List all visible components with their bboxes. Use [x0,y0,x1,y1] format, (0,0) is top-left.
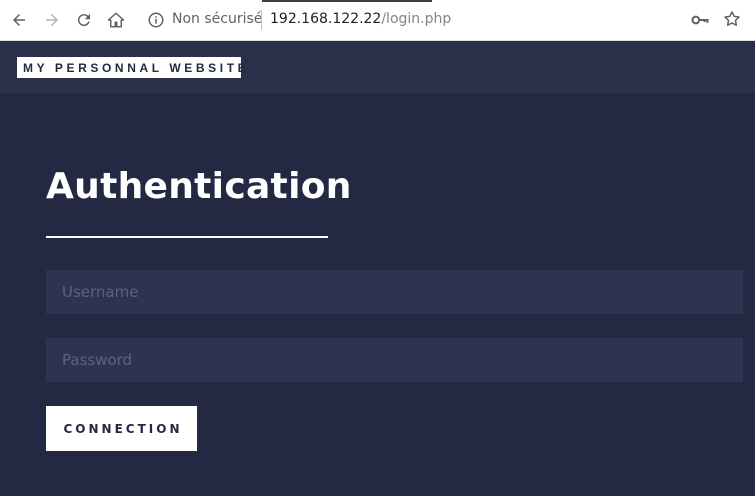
url-host: 192.168.122.22 [270,11,382,27]
active-tab-indicator [262,0,432,2]
browser-toolbar: Non sécurisé 192.168.122.22/login.php [0,0,755,41]
username-input[interactable] [46,270,743,314]
security-status[interactable]: Non sécurisé [172,11,262,27]
title-underline [46,236,328,238]
address-bar[interactable]: 192.168.122.22/login.php [270,11,451,27]
reload-icon [77,14,90,27]
page-title: Authentication [46,166,352,207]
key-icon[interactable] [690,10,710,30]
info-icon[interactable] [147,11,165,29]
forward-button[interactable] [41,9,63,31]
password-input[interactable] [46,338,743,382]
url-path: /login.php [381,11,452,27]
home-icon [107,12,125,28]
back-icon [13,14,25,26]
url-divider [261,10,262,30]
connection-button[interactable]: CONNECTION [46,406,197,451]
back-button[interactable] [8,9,30,31]
star-icon[interactable] [722,9,742,29]
forward-icon [46,14,58,26]
site-logo[interactable]: MY PERSONNAL WEBSITE [17,57,246,78]
reload-button[interactable] [73,9,95,31]
home-button[interactable] [105,9,127,31]
